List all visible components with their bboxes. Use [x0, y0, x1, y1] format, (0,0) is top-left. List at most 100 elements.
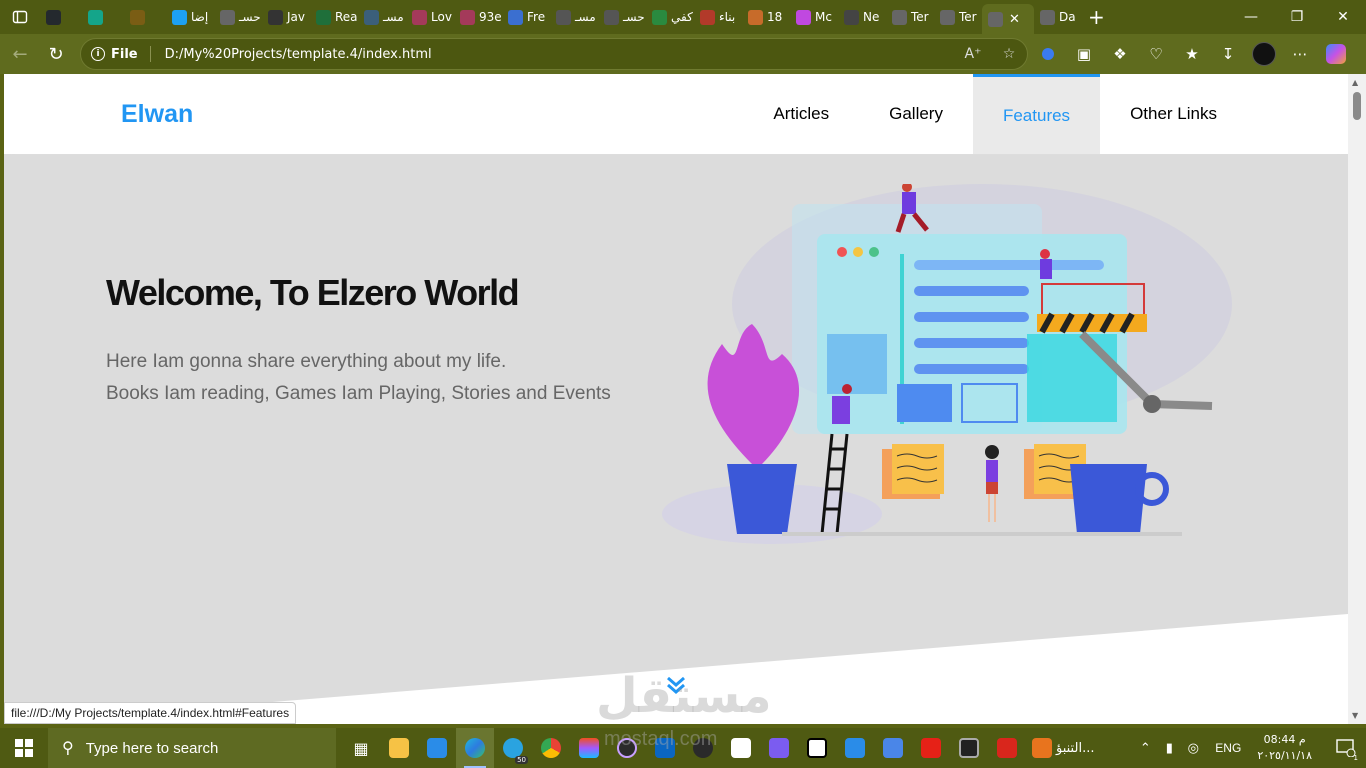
browser-tab[interactable]: Jav	[262, 2, 310, 32]
browser-tab[interactable]: Rea	[310, 2, 358, 32]
browser-tab[interactable]: Ter	[934, 2, 982, 32]
file-explorer-icon[interactable]	[380, 728, 418, 768]
telegram-badge: 50	[515, 756, 528, 764]
site-logo[interactable]: Elwan	[121, 100, 193, 129]
browser-tab[interactable]: كفي	[646, 2, 694, 32]
browser-tab[interactable]	[40, 2, 82, 32]
browser-tab-label: حسـ	[623, 10, 645, 24]
nav-link-features[interactable]: Features	[972, 74, 1101, 154]
s-icon	[130, 9, 145, 25]
minimize-icon[interactable]: —	[1228, 0, 1274, 34]
page-viewport: Elwan Articles Gallery Features Other Li…	[4, 74, 1348, 724]
browser-tab[interactable]: Lov	[406, 2, 454, 32]
downloads-icon[interactable]: ↧	[1210, 36, 1246, 72]
youtube-icon[interactable]	[912, 728, 950, 768]
browser-tab-label: Jav	[287, 10, 305, 24]
new-tab-button[interactable]: +	[1082, 2, 1111, 32]
profile-avatar[interactable]	[1246, 36, 1282, 72]
linkedin-icon[interactable]	[646, 728, 684, 768]
info-icon[interactable]: i	[91, 47, 105, 61]
figure-icon	[748, 9, 763, 25]
copilot-icon[interactable]	[1318, 36, 1354, 72]
vscode-icon[interactable]	[418, 728, 456, 768]
url-text[interactable]: D:/My%20Projects/template.4/index.html	[165, 47, 955, 62]
notion-icon[interactable]	[798, 728, 836, 768]
close-window-icon[interactable]: ✕	[1320, 0, 1366, 34]
notifications-icon[interactable]: 1	[1326, 728, 1366, 768]
chatgpt-icon[interactable]	[684, 728, 722, 768]
app-window-icon[interactable]: التنبؤ...	[1026, 728, 1100, 768]
pdf-reader-icon[interactable]	[988, 728, 1026, 768]
omnibox-separator	[149, 46, 151, 62]
favorites-icon[interactable]: ★	[1174, 36, 1210, 72]
grid-icon	[844, 9, 859, 25]
clock[interactable]: 08:44 م ٢٠٢٥/١١/١٨	[1257, 732, 1312, 764]
globe-icon	[940, 9, 955, 25]
restore-icon[interactable]: ❐	[1274, 0, 1320, 34]
favorite-star-icon[interactable]: ☆	[991, 46, 1027, 62]
start-button[interactable]	[0, 728, 48, 768]
chrome-icon[interactable]	[532, 728, 570, 768]
battery-icon[interactable]: ▮	[1157, 741, 1181, 756]
browser-tab[interactable]: 93e	[454, 2, 502, 32]
browser-tab[interactable]: Da	[1034, 2, 1082, 32]
notification-count: 1	[1353, 754, 1358, 762]
nav-link-articles[interactable]: Articles	[743, 74, 859, 154]
nav-link-gallery[interactable]: Gallery	[859, 74, 973, 154]
scroll-thumb[interactable]	[1353, 92, 1361, 120]
taskbar-search[interactable]: ⚲ Type here to search	[48, 728, 336, 768]
task-view-icon[interactable]: ▦	[342, 728, 380, 768]
browser-tab[interactable]: مسـ	[550, 2, 598, 32]
tray-chevron-icon[interactable]: ⌃	[1133, 741, 1157, 756]
browser-tab[interactable]: Mc	[790, 2, 838, 32]
globe-icon	[1040, 9, 1055, 25]
refresh-button[interactable]: ↻	[38, 36, 74, 72]
windows-taskbar: ⚲ Type here to search ▦ 50 التنبؤ... ⌃ ▮…	[0, 728, 1366, 768]
browser-tab[interactable]	[82, 2, 124, 32]
more-menu-icon[interactable]: ⋯	[1282, 36, 1318, 72]
browser-tab[interactable]: بناء	[694, 2, 742, 32]
extensions-puzzle-icon[interactable]: ❖	[1102, 36, 1138, 72]
go-down-chevrons-icon[interactable]	[664, 674, 688, 698]
network-icon[interactable]: ◎	[1181, 741, 1205, 756]
browser-tab[interactable]: Fre	[502, 2, 550, 32]
telegram-icon[interactable]: 50	[494, 728, 532, 768]
browser-tab[interactable]: مسـ	[358, 2, 406, 32]
close-tab-icon[interactable]: ✕	[1009, 12, 1020, 27]
browser-tab[interactable]: حسـ	[214, 2, 262, 32]
scroll-up-arrow-icon[interactable]: ▲	[1352, 78, 1358, 87]
page-scrollbar[interactable]: ▲ ▼	[1348, 74, 1366, 724]
edge-icon[interactable]	[456, 728, 494, 768]
landing-section: Welcome, To Elzero World Here Iam gonna …	[4, 154, 1348, 724]
figma-icon[interactable]	[570, 728, 608, 768]
figure-icon	[460, 9, 475, 25]
browser-tab[interactable]: Ne	[838, 2, 886, 32]
calculator-icon[interactable]	[950, 728, 988, 768]
address-bar[interactable]: i File D:/My%20Projects/template.4/index…	[80, 38, 1028, 70]
read-aloud-icon[interactable]: A⁺	[955, 46, 991, 62]
browser-tab-label: بناء	[719, 10, 736, 24]
photos-icon[interactable]	[836, 728, 874, 768]
extension-dot-icon[interactable]	[1030, 36, 1066, 72]
landing-description: Here Iam gonna share everything about my…	[106, 346, 611, 410]
k-icon	[652, 9, 667, 25]
back-button[interactable]: ←	[2, 36, 38, 72]
scroll-down-arrow-icon[interactable]: ▼	[1352, 711, 1358, 720]
browser-tab[interactable]: Ter	[886, 2, 934, 32]
notes-app-icon[interactable]	[760, 728, 798, 768]
browser-essentials-icon[interactable]: ♡	[1138, 36, 1174, 72]
language-indicator[interactable]: ENG	[1215, 741, 1241, 755]
nav-link-other-links[interactable]: Other Links	[1100, 74, 1247, 154]
tab-actions-icon[interactable]	[0, 0, 40, 34]
browser-tab[interactable]: 18	[742, 2, 790, 32]
browser-tab[interactable]: إضا	[166, 2, 214, 32]
diamond-icon	[88, 9, 103, 25]
browser-tab[interactable]	[124, 2, 166, 32]
w-icon	[316, 9, 331, 25]
translate-icon[interactable]	[874, 728, 912, 768]
browser-tab[interactable]: حسـ	[598, 2, 646, 32]
extension-translate-icon[interactable]: ▣	[1066, 36, 1102, 72]
media-player-icon[interactable]	[608, 728, 646, 768]
browser-tab[interactable]: ✕	[982, 4, 1034, 34]
ai-app-icon[interactable]	[722, 728, 760, 768]
